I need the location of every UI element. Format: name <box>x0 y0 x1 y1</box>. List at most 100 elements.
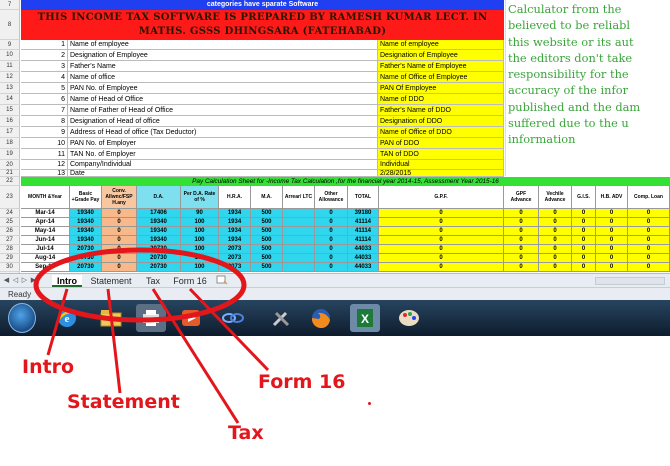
pay-value-cell[interactable]: 0 <box>102 218 137 227</box>
field-value-cell[interactable]: Designation of DDO <box>378 116 504 127</box>
field-number-cell[interactable]: 1 <box>21 40 68 50</box>
row-header[interactable]: 29 <box>0 254 20 263</box>
ie-icon[interactable]: e <box>52 304 82 332</box>
pay-value-cell[interactable]: 0 <box>539 245 572 254</box>
pay-value-cell[interactable]: 1934 <box>219 209 251 218</box>
field-value-cell[interactable]: 2/28/2015 <box>378 170 504 177</box>
row-header[interactable]: 18 <box>0 138 20 149</box>
pay-value-cell[interactable]: 500 <box>251 254 283 263</box>
pay-value-cell[interactable]: 0 <box>315 209 348 218</box>
pay-value-cell[interactable] <box>283 245 315 254</box>
pay-month-cell[interactable]: Sep-14 <box>21 263 70 272</box>
field-label-cell[interactable]: Designation of Employee <box>68 50 378 61</box>
pay-value-cell[interactable] <box>283 218 315 227</box>
pay-value-cell[interactable]: 0 <box>379 209 504 218</box>
pay-value-cell[interactable]: 0 <box>504 218 539 227</box>
spreadsheet-grid[interactable]: categories have sparate Software THIS IN… <box>0 0 670 273</box>
tab-intro[interactable]: Intro <box>52 275 82 287</box>
start-orb-icon[interactable] <box>8 303 36 333</box>
field-number-cell[interactable]: 9 <box>21 127 68 138</box>
pay-value-cell[interactable]: 0 <box>596 209 628 218</box>
row-header[interactable]: 20 <box>0 160 20 170</box>
pay-value-cell[interactable]: 0 <box>504 227 539 236</box>
row-header[interactable]: 15 <box>0 105 20 116</box>
field-label-cell[interactable]: Company/Individual <box>68 160 378 170</box>
pay-value-cell[interactable]: 0 <box>572 218 596 227</box>
pay-value-cell[interactable]: 500 <box>251 209 283 218</box>
pay-month-cell[interactable]: Jun-14 <box>21 236 70 245</box>
tab-form-16[interactable]: Form 16 <box>170 275 210 287</box>
field-value-cell[interactable]: Name of DDO <box>378 94 504 105</box>
field-value-cell[interactable]: Father's Name of Employee <box>378 61 504 72</box>
field-label-cell[interactable]: Date <box>68 170 378 177</box>
pay-value-cell[interactable]: 0 <box>572 254 596 263</box>
pay-value-cell[interactable]: 0 <box>596 245 628 254</box>
field-value-cell[interactable]: Name of Office of DDO <box>378 127 504 138</box>
pay-value-cell[interactable]: 44033 <box>348 263 379 272</box>
field-value-cell[interactable]: Name of Office of Employee <box>378 72 504 83</box>
row-header[interactable]: 23 <box>0 186 20 209</box>
pay-value-cell[interactable]: 100 <box>181 218 219 227</box>
pay-value-cell[interactable]: 0 <box>504 245 539 254</box>
field-label-cell[interactable]: Father's Name <box>68 61 378 72</box>
firefox-icon[interactable] <box>306 304 336 332</box>
row-header[interactable]: 19 <box>0 149 20 160</box>
pay-month-cell[interactable]: Apr-14 <box>21 218 70 227</box>
row-header[interactable]: 14 <box>0 94 20 105</box>
link-icon[interactable] <box>218 304 248 332</box>
pay-value-cell[interactable]: 500 <box>251 236 283 245</box>
pay-value-cell[interactable]: 2073 <box>219 263 251 272</box>
field-label-cell[interactable]: PAN No. of Employee <box>68 83 378 94</box>
pay-value-cell[interactable]: 0 <box>572 236 596 245</box>
folder-icon[interactable] <box>96 304 126 332</box>
pay-value-cell[interactable]: 0 <box>628 209 670 218</box>
pay-value-cell[interactable]: 0 <box>102 254 137 263</box>
pay-value-cell[interactable] <box>283 227 315 236</box>
paint-icon[interactable] <box>394 304 424 332</box>
field-number-cell[interactable]: 10 <box>21 138 68 149</box>
row-header[interactable]: 11 <box>0 61 20 72</box>
pay-value-cell[interactable]: 20730 <box>137 245 181 254</box>
field-label-cell[interactable]: Address of Head of office (Tax Deductor) <box>68 127 378 138</box>
pay-value-cell[interactable]: 20730 <box>137 263 181 272</box>
field-number-cell[interactable]: 11 <box>21 149 68 160</box>
pay-value-cell[interactable] <box>283 209 315 218</box>
pay-value-cell[interactable]: 19340 <box>137 218 181 227</box>
row-header[interactable]: 9 <box>0 40 20 50</box>
pay-value-cell[interactable]: 0 <box>572 227 596 236</box>
pay-value-cell[interactable]: 0 <box>379 254 504 263</box>
pay-value-cell[interactable]: 0 <box>539 263 572 272</box>
row-header[interactable]: 12 <box>0 72 20 83</box>
pay-value-cell[interactable]: 0 <box>315 236 348 245</box>
pay-value-cell[interactable]: 0 <box>572 209 596 218</box>
field-label-cell[interactable]: PAN No. of Employer <box>68 138 378 149</box>
row-header[interactable]: 13 <box>0 83 20 94</box>
pay-value-cell[interactable]: 0 <box>539 227 572 236</box>
field-label-cell[interactable]: Designation of Head of office <box>68 116 378 127</box>
pay-value-cell[interactable]: 100 <box>181 236 219 245</box>
pay-value-cell[interactable]: 100 <box>181 254 219 263</box>
pay-value-cell[interactable]: 0 <box>628 245 670 254</box>
field-label-cell[interactable]: Name of Head of Office <box>68 94 378 105</box>
pay-value-cell[interactable]: 44033 <box>348 254 379 263</box>
pay-value-cell[interactable]: 19340 <box>137 236 181 245</box>
row-header[interactable]: 30 <box>0 263 20 272</box>
pay-value-cell[interactable]: 500 <box>251 245 283 254</box>
row-header[interactable]: 28 <box>0 245 20 254</box>
pay-value-cell[interactable]: 100 <box>181 245 219 254</box>
pay-value-cell[interactable]: 0 <box>596 254 628 263</box>
pay-value-cell[interactable]: 500 <box>251 263 283 272</box>
pay-value-cell[interactable]: 0 <box>539 209 572 218</box>
pay-value-cell[interactable]: 0 <box>504 236 539 245</box>
pay-value-cell[interactable]: 0 <box>504 263 539 272</box>
pay-value-cell[interactable]: 0 <box>572 263 596 272</box>
pay-value-cell[interactable]: 2073 <box>219 245 251 254</box>
field-number-cell[interactable]: 13 <box>21 170 68 177</box>
pay-value-cell[interactable]: 0 <box>539 254 572 263</box>
pay-value-cell[interactable]: 0 <box>628 263 670 272</box>
pay-value-cell[interactable]: 19340 <box>137 227 181 236</box>
pay-value-cell[interactable]: 0 <box>504 209 539 218</box>
field-value-cell[interactable]: Designation of Employee <box>378 50 504 61</box>
field-value-cell[interactable]: PAN of DDO <box>378 138 504 149</box>
field-value-cell[interactable]: Father's Name of DDO <box>378 105 504 116</box>
